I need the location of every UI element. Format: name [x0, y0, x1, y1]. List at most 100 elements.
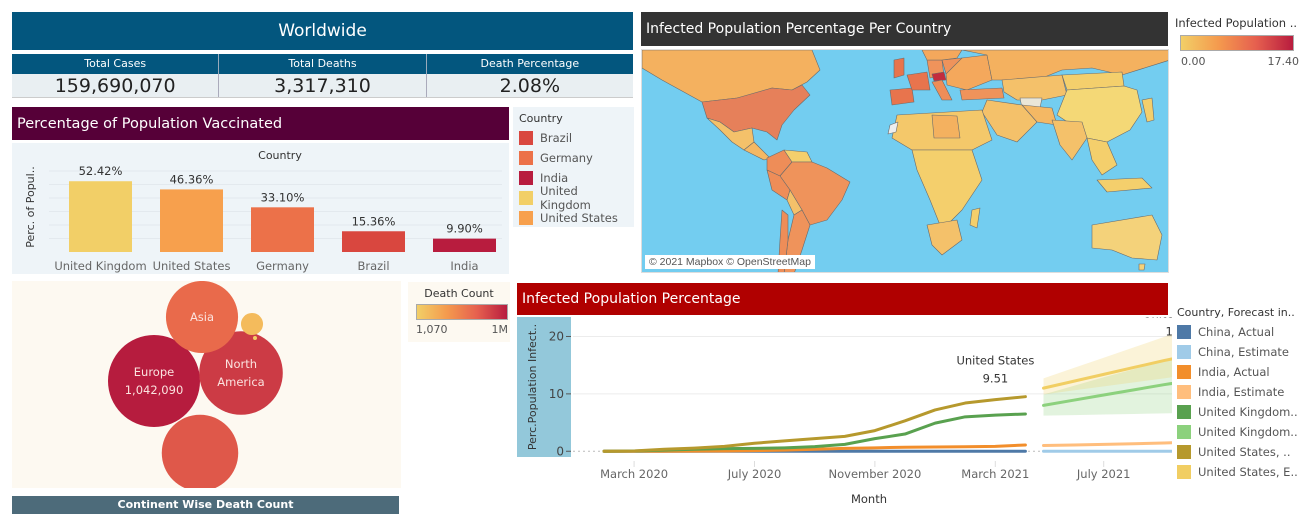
bar[interactable] — [251, 207, 314, 252]
vaccination-legend-item[interactable]: Brazil — [519, 128, 628, 148]
total-deaths-header: Total Deaths — [219, 54, 427, 74]
map-region-madagascar — [969, 207, 981, 229]
legend-swatch — [1177, 405, 1191, 419]
infected-legend-item[interactable]: United States, E.. — [1177, 462, 1307, 482]
bar[interactable] — [160, 189, 223, 252]
continent-bubble[interactable] — [253, 336, 257, 340]
map-legend-gradient — [1180, 35, 1294, 51]
death-count-legend-gradient — [416, 304, 508, 320]
map-region-libya — [931, 114, 961, 139]
total-cases-header: Total Cases — [12, 54, 220, 74]
legend-swatch — [1177, 465, 1191, 479]
legend-swatch — [1177, 385, 1191, 399]
legend-swatch — [519, 171, 533, 185]
infected-legend-item[interactable]: India, Actual — [1177, 362, 1307, 382]
infected-line-title: Infected Population Percentage — [517, 283, 1168, 315]
map-region-india — [1051, 119, 1088, 161]
map-title: Infected Population Percentage Per Count… — [641, 12, 1168, 46]
death-count-legend: Death Count 1,070 1M — [408, 282, 510, 342]
y-tick-label: 20 — [549, 329, 564, 343]
bar[interactable] — [433, 238, 496, 252]
infected-legend-item[interactable]: United Kingdom.. — [1177, 422, 1307, 442]
annotation-label: United States — [1143, 317, 1172, 321]
map-region-france — [906, 71, 931, 91]
vaccination-legend-item[interactable]: United Kingdom — [519, 184, 628, 212]
annotation-value: 16.85 — [1166, 325, 1172, 339]
legend-label: United States, .. — [1198, 445, 1291, 459]
vaccination-legend: Country Brazil Germany India United Kingdom… — [513, 107, 634, 227]
series-line[interactable] — [602, 395, 1027, 453]
vaccination-legend-item[interactable]: United States — [519, 208, 628, 228]
infected-line-chart: Perc.Population Infect.. 0 10 20 March 2020 J… — [517, 317, 1173, 506]
x-tick-label: July 2020 — [727, 467, 782, 481]
legend-swatch — [1177, 345, 1191, 359]
legend-label: India, Estimate — [1198, 385, 1285, 399]
line-y-title: Perc.Population Infect.. — [526, 324, 539, 450]
series-line[interactable] — [1042, 441, 1173, 448]
map-legend-min: 0.00 — [1181, 55, 1206, 68]
x-tick-label: March 2020 — [600, 467, 668, 481]
world-map-svg — [642, 50, 1168, 272]
x-tick-label: March 2021 — [961, 467, 1029, 481]
bubble-label: North — [225, 357, 257, 371]
map-region-uk — [893, 57, 905, 79]
infected-legend-item[interactable]: United Kingdom.. — [1177, 402, 1307, 422]
infected-legend-item[interactable]: China, Actual — [1177, 322, 1307, 342]
infected-legend-item[interactable]: China, Estimate — [1177, 342, 1307, 362]
kpi-header-row: Total Cases Total Deaths Death Percentag… — [12, 54, 633, 74]
infected-legend-title: Country, Forecast in.. — [1177, 306, 1295, 319]
y-tick-label: 10 — [549, 387, 564, 401]
bar[interactable] — [342, 231, 405, 252]
map-credit[interactable]: © 2021 Mapbox © OpenStreetMap — [645, 255, 815, 269]
vaccination-legend-title: Country — [519, 112, 563, 125]
bubble-label: Europe — [134, 365, 174, 379]
total-deaths-value: 3,317,310 — [219, 74, 427, 97]
bar-category-label: United States — [153, 259, 231, 273]
legend-label: United States, E.. — [1198, 465, 1298, 479]
bar-value-label: 46.36% — [170, 172, 214, 186]
death-count-legend-min: 1,070 — [416, 323, 448, 336]
bar-category-label: Germany — [256, 259, 309, 273]
map-region-tasmania — [1138, 263, 1146, 271]
map-region-australia — [1091, 214, 1163, 261]
bubble-label: 1,042,090 — [125, 383, 184, 397]
bar-category-label: United Kingdom — [54, 259, 146, 273]
map-region-spain — [889, 87, 915, 106]
map-region-indonesia — [1096, 177, 1153, 193]
total-cases-value: 159,690,070 — [12, 74, 220, 97]
legend-label: China, Actual — [1198, 325, 1275, 339]
annotation-value: 9.51 — [983, 372, 1009, 386]
map-legend: Infected Population .. 0.00 17.40 — [1175, 16, 1303, 68]
infected-legend: Country, Forecast in.. China, Actual Chin… — [1177, 306, 1307, 482]
kpi-value-row: 159,690,070 3,317,310 2.08% — [12, 74, 633, 98]
legend-swatch — [519, 131, 533, 145]
legend-label: India — [540, 171, 569, 185]
map-legend-max: 17.40 — [1267, 55, 1300, 68]
map-legend-title: Infected Population .. — [1175, 16, 1298, 30]
map-region-turkey — [959, 87, 1005, 101]
infected-legend-item[interactable]: India, Estimate — [1177, 382, 1307, 402]
death-count-legend-title: Death Count — [424, 287, 494, 300]
continent-title: Continent Wise Death Count — [12, 496, 399, 514]
map-region-czechia — [931, 71, 947, 82]
world-map[interactable] — [641, 49, 1169, 273]
legend-label: United Kingdom.. — [1198, 425, 1298, 439]
map-region-south-africa — [926, 219, 963, 256]
death-count-legend-max: 1M — [491, 323, 509, 336]
continent-bubble[interactable] — [161, 414, 239, 488]
continent-bubble-chart: Europe 1,042,090 North America Asia — [108, 281, 283, 488]
y-tick-label: 0 — [556, 444, 564, 458]
continent-bubble[interactable] — [240, 312, 264, 336]
death-percentage-value: 2.08% — [499, 75, 560, 97]
legend-label: United Kingdom — [540, 184, 591, 212]
bar-category-label: India — [450, 259, 478, 273]
infected-legend-item[interactable]: United States, .. — [1177, 442, 1307, 462]
legend-label: Germany — [540, 151, 593, 165]
bar-value-label: 33.10% — [261, 190, 305, 204]
vaccination-legend-item[interactable]: Germany — [519, 148, 628, 168]
bar[interactable] — [69, 181, 132, 252]
x-tick-label: July 2021 — [1076, 467, 1131, 481]
bubble-label: America — [217, 375, 264, 389]
legend-label: United Kingdom.. — [1198, 405, 1298, 419]
bubble-label: Asia — [190, 310, 214, 324]
